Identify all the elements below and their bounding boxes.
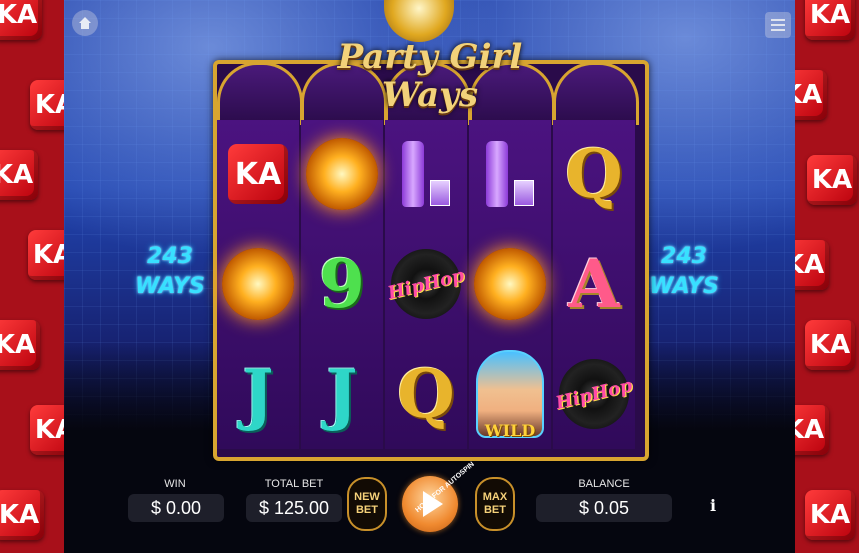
symbol-whiskey — [385, 120, 467, 228]
dice-decor: KA — [30, 80, 64, 130]
symbol-j: J — [242, 355, 274, 433]
symbol-9: 9 — [319, 245, 365, 323]
symbol-hiphop: HipHop — [553, 340, 635, 448]
dice-decor: KA — [807, 155, 857, 205]
whiskey-bottle-icon — [486, 141, 508, 207]
new-bet-button[interactable]: NEW BET — [347, 477, 387, 531]
symbol-disco-ball — [469, 230, 551, 338]
symbol-a: A — [568, 245, 620, 323]
home-icon — [79, 17, 91, 29]
symbol-q: Q — [397, 355, 455, 433]
dice-decor: KA — [30, 405, 64, 455]
dice-decor: KA — [795, 240, 829, 290]
info-icon[interactable]: i — [706, 496, 720, 516]
ka-dice-icon: KA — [228, 144, 288, 204]
reel-grid: KA J 9 J HipHop Q WILD Q A HipHop — [217, 120, 637, 449]
home-button[interactable] — [72, 10, 98, 36]
dice-decor: KA — [28, 230, 64, 280]
symbol-ka: KA — [217, 120, 299, 228]
dice-decor: KA — [0, 150, 38, 200]
dice-decor: KA — [805, 0, 855, 40]
symbol-q: Q — [565, 135, 623, 213]
symbol-disco-ball — [217, 230, 299, 338]
spin-button[interactable]: HOLD FOR AUTOSPIN — [402, 461, 476, 532]
reel-4: WILD — [469, 120, 551, 449]
dice-decor: KA — [0, 320, 40, 370]
reel-3: HipHop Q — [385, 120, 467, 449]
reel-1: KA J — [217, 120, 299, 449]
reel-5: Q A HipHop — [553, 120, 635, 449]
win-label: WIN — [164, 478, 186, 490]
reel-2: 9 J — [301, 120, 383, 449]
title-line-2: Ways — [381, 75, 479, 115]
left-dice-wall: KA KA KA KA KA KA KA — [0, 0, 64, 553]
game-title: Party Girl Ways — [300, 38, 560, 114]
ways-label-right: 243 WAYS — [649, 244, 719, 299]
total-bet-label: TOTAL BET — [264, 478, 324, 490]
balance-value: $ 0.05 — [536, 494, 672, 522]
total-bet-value: $ 125.00 — [246, 494, 342, 522]
dice-decor: KA — [0, 490, 44, 540]
symbol-wild: WILD — [469, 340, 551, 448]
dice-decor: KA — [805, 490, 855, 540]
dice-decor: KA — [0, 0, 42, 40]
symbol-disco-ball — [301, 120, 383, 228]
symbol-j: J — [326, 355, 358, 433]
symbol-whiskey — [469, 120, 551, 228]
menu-icon — [771, 19, 785, 21]
whiskey-bottle-icon — [402, 141, 424, 207]
title-line-1: Party Girl — [337, 37, 523, 77]
balance-label: BALANCE — [578, 478, 630, 490]
symbol-hiphop: HipHop — [385, 230, 467, 338]
disco-ball-icon — [222, 248, 294, 320]
max-bet-button[interactable]: MAX BET — [475, 477, 515, 531]
win-value: $ 0.00 — [128, 494, 224, 522]
glass-icon — [514, 180, 534, 206]
right-dice-wall: KA KA KA KA KA KA KA — [795, 0, 859, 553]
dice-decor: KA — [795, 70, 827, 120]
glass-icon — [430, 180, 450, 206]
disco-ball-icon — [306, 138, 378, 210]
menu-button[interactable] — [765, 12, 791, 38]
ways-label-left: 243 WAYS — [135, 244, 205, 299]
disco-ball-icon — [474, 248, 546, 320]
dice-decor: KA — [805, 320, 855, 370]
dice-decor: KA — [795, 405, 829, 455]
